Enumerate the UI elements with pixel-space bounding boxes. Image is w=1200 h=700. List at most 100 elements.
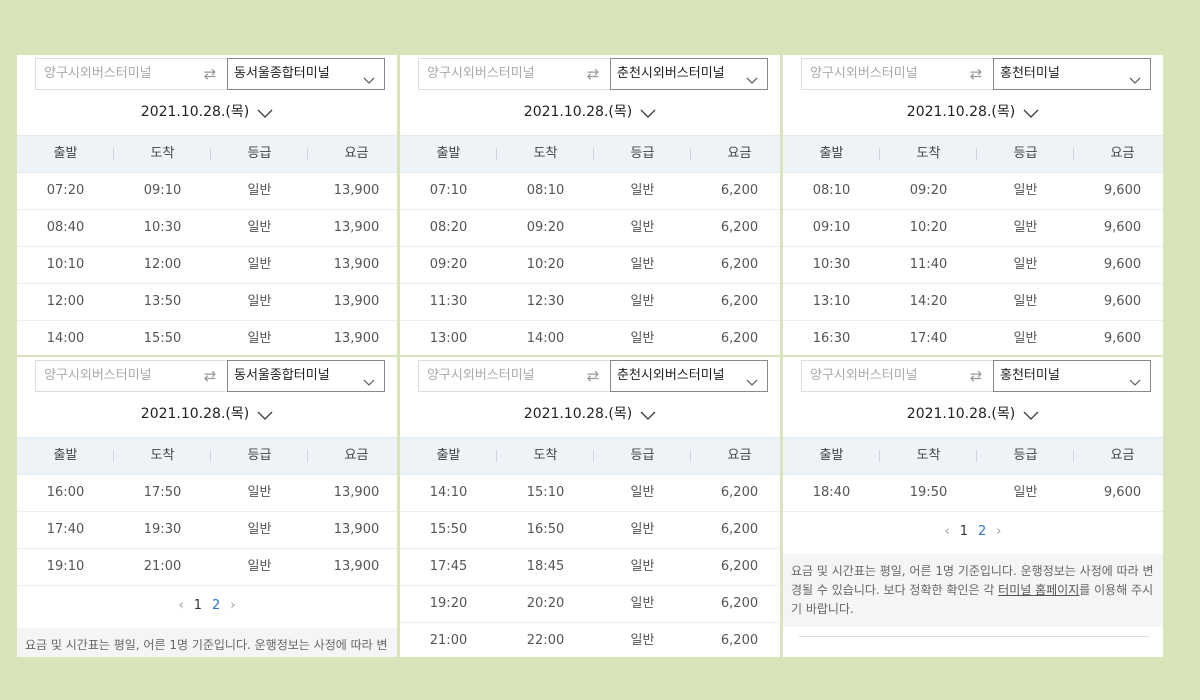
page-1-link[interactable]: 1 xyxy=(960,524,968,539)
page-1-link[interactable]: 1 xyxy=(194,598,202,613)
column-header: 도착 xyxy=(533,146,558,161)
chevron-left-icon[interactable]: ‹ xyxy=(945,524,950,539)
chevron-down-icon xyxy=(363,370,375,386)
table-cell: 일반 xyxy=(247,257,272,272)
table-cell: 일반 xyxy=(630,257,655,272)
column-divider xyxy=(1073,450,1074,462)
column-divider xyxy=(496,450,497,462)
column-header: 도착 xyxy=(916,448,941,463)
column-divider xyxy=(307,148,308,160)
swap-arrows-icon[interactable]: ⇄ xyxy=(959,360,993,392)
departure-field[interactable]: 양구시외버스터미널 xyxy=(35,360,193,392)
destination-select[interactable]: 춘천시외버스터미널 xyxy=(610,360,768,392)
date-selector[interactable]: 2021.10.28.(목) xyxy=(400,403,780,423)
swap-arrows-icon[interactable]: ⇄ xyxy=(576,58,610,90)
table-cell: 16:30 xyxy=(812,331,851,346)
table-row: 13:10 14:20 일반 9,600 xyxy=(783,284,1163,321)
table-cell: 15:50 xyxy=(429,522,468,537)
table-row: 15:50 16:50 일반 6,200 xyxy=(400,512,780,549)
date-label: 2021.10.28.(목) xyxy=(906,104,1016,120)
column-divider xyxy=(690,450,691,462)
table-cell: 17:45 xyxy=(429,559,468,574)
table-row: 14:00 15:50 일반 13,900 xyxy=(17,321,397,355)
table-header: 출발 도착 등급 요금 xyxy=(17,135,397,173)
date-selector[interactable]: 2021.10.28.(목) xyxy=(17,403,397,423)
schedule-table-body: 14:10 15:10 일반 6,200 15:50 16:50 일반 6,200 17:45 1… xyxy=(400,475,780,657)
table-cell: 07:10 xyxy=(429,183,468,198)
table-cell: 일반 xyxy=(630,559,655,574)
date-selector[interactable]: 2021.10.28.(목) xyxy=(400,101,780,121)
notice-text: 요금 및 시간표는 평일, 어른 1명 기준입니다. 운행정보는 사정에 따라 … xyxy=(25,638,388,652)
swap-arrows-icon[interactable]: ⇄ xyxy=(193,58,227,90)
departure-field[interactable]: 양구시외버스터미널 xyxy=(801,58,959,90)
date-selector[interactable]: 2021.10.28.(목) xyxy=(783,403,1163,423)
destination-select[interactable]: 춘천시외버스터미널 xyxy=(610,58,768,90)
table-cell: 14:20 xyxy=(909,294,948,309)
table-cell: 일반 xyxy=(630,183,655,198)
departure-field[interactable]: 양구시외버스터미널 xyxy=(801,360,959,392)
departure-field[interactable]: 양구시외버스터미널 xyxy=(35,58,193,90)
table-row: 16:30 17:40 일반 9,600 xyxy=(783,321,1163,355)
table-row: 16:00 17:50 일반 13,900 xyxy=(17,475,397,512)
destination-select[interactable]: 홍천터미널 xyxy=(993,360,1151,392)
chevron-left-icon[interactable]: ‹ xyxy=(179,598,184,613)
column-header: 등급 xyxy=(630,448,655,463)
chevron-down-icon xyxy=(746,68,758,84)
destination-select[interactable]: 홍천터미널 xyxy=(993,58,1151,90)
page-2-link[interactable]: 2 xyxy=(212,598,220,613)
schedule-panel: 양구시외버스터미널 ⇄ 홍천터미널 2021.10.28.(목) 출발 도착 등급 요금 08:… xyxy=(783,55,1163,355)
table-cell: 10:10 xyxy=(46,257,85,272)
table-cell: 10:20 xyxy=(526,257,565,272)
table-cell: 13:10 xyxy=(812,294,851,309)
schedule-panel: 양구시외버스터미널 ⇄ 동서울종합터미널 2021.10.28.(목) 출발 도착 등급 요금… xyxy=(17,55,397,355)
table-cell: 일반 xyxy=(630,331,655,346)
page-2-link[interactable]: 2 xyxy=(978,524,986,539)
table-cell: 22:00 xyxy=(526,633,565,648)
departure-field[interactable]: 양구시외버스터미널 xyxy=(418,58,576,90)
chevron-down-icon xyxy=(257,107,273,118)
destination-select[interactable]: 동서울종합터미널 xyxy=(227,360,385,392)
table-cell: 일반 xyxy=(1013,257,1038,272)
table-cell: 일반 xyxy=(247,331,272,346)
chevron-down-icon xyxy=(640,409,656,420)
column-header: 등급 xyxy=(630,146,655,161)
table-cell: 9,600 xyxy=(1103,220,1142,235)
table-row: 09:10 10:20 일반 9,600 xyxy=(783,210,1163,247)
date-label: 2021.10.28.(목) xyxy=(140,104,250,120)
table-cell: 17:40 xyxy=(909,331,948,346)
column-divider xyxy=(113,148,114,160)
table-cell: 19:20 xyxy=(429,596,468,611)
table-cell: 08:40 xyxy=(46,220,85,235)
column-divider xyxy=(113,450,114,462)
table-cell: 6,200 xyxy=(720,485,759,500)
swap-arrows-icon[interactable]: ⇄ xyxy=(576,360,610,392)
departure-field[interactable]: 양구시외버스터미널 xyxy=(418,360,576,392)
schedule-table-body: 07:10 08:10 일반 6,200 08:20 09:20 일반 6,200 09:20 1… xyxy=(400,173,780,355)
table-cell: 19:30 xyxy=(143,522,182,537)
schedule-panel: 양구시외버스터미널 ⇄ 홍천터미널 2021.10.28.(목) 출발 도착 등급 요금 18:… xyxy=(783,357,1163,657)
table-cell: 13,900 xyxy=(333,220,380,235)
table-row: 14:10 15:10 일반 6,200 xyxy=(400,475,780,512)
terminal-homepage-link[interactable]: 터미널 홈페이지 xyxy=(998,583,1079,597)
swap-arrows-icon[interactable]: ⇄ xyxy=(193,360,227,392)
chevron-right-icon[interactable]: › xyxy=(996,524,1001,539)
chevron-down-icon xyxy=(363,68,375,84)
column-header: 요금 xyxy=(727,146,752,161)
table-cell: 9,600 xyxy=(1103,183,1142,198)
route-selector: 양구시외버스터미널 ⇄ 홍천터미널 xyxy=(801,58,1151,90)
swap-arrows-icon[interactable]: ⇄ xyxy=(959,58,993,90)
chevron-right-icon[interactable]: › xyxy=(230,598,235,613)
table-cell: 10:30 xyxy=(812,257,851,272)
date-selector[interactable]: 2021.10.28.(목) xyxy=(17,101,397,121)
date-selector[interactable]: 2021.10.28.(목) xyxy=(783,101,1163,121)
destination-select[interactable]: 동서울종합터미널 xyxy=(227,58,385,90)
table-cell: 10:20 xyxy=(909,220,948,235)
column-divider xyxy=(593,148,594,160)
table-cell: 14:00 xyxy=(46,331,85,346)
schedule-panel: 양구시외버스터미널 ⇄ 춘천시외버스터미널 2021.10.28.(목) 출발 도착 등급 요… xyxy=(400,357,780,657)
table-cell: 17:40 xyxy=(46,522,85,537)
table-cell: 일반 xyxy=(630,596,655,611)
table-row: 17:45 18:45 일반 6,200 xyxy=(400,549,780,586)
column-header: 출발 xyxy=(436,448,461,463)
table-cell: 9,600 xyxy=(1103,331,1142,346)
